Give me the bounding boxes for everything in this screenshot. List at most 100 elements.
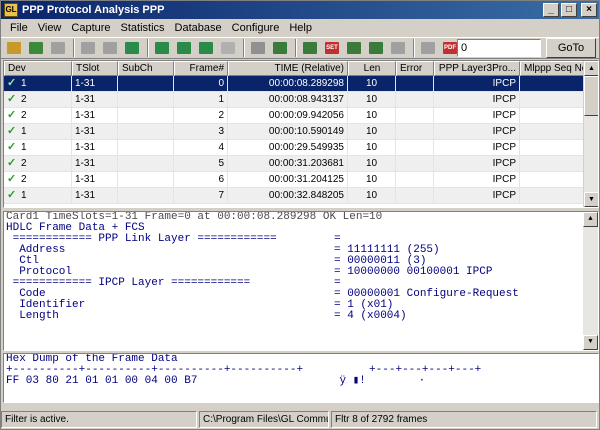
menu-capture[interactable]: Capture [66,19,115,37]
column-header-l3[interactable]: PPP Layer3Pro... [434,61,520,76]
load-button[interactable] [26,39,46,57]
cell-frame: 7 [174,188,228,204]
menu-statistics[interactable]: Statistics [116,19,170,37]
menu-database[interactable]: Database [170,19,227,37]
check-icon: ✓ [7,125,17,137]
cell-l3: IPCP [434,172,520,188]
cell-dev: ✓ 1 [4,140,72,156]
cell-l3: IPCP [434,108,520,124]
export-button[interactable] [388,39,408,57]
column-header-frame[interactable]: Frame# [174,61,228,76]
filter-clear-button[interactable] [300,39,320,57]
column-header-subch[interactable]: SubCh [118,61,174,76]
goto-button[interactable]: GoTo [546,38,596,58]
hex-bytes-line: FF 03 80 21 01 01 00 04 00 B7 ÿ ▮! · [4,376,598,387]
close-button[interactable]: × [581,3,597,17]
cell-tslot: 1-31 [72,172,118,188]
scroll-up-icon[interactable]: ▲ [584,61,598,76]
table-row[interactable]: ✓ 1 1-31 3 00:00:10.590149 10 IPCP [4,124,598,140]
table-row[interactable]: ✓ 2 1-31 2 00:00:09.942056 10 IPCP [4,108,598,124]
goto-frame-input[interactable]: 0 [457,39,541,57]
set-filter-button[interactable]: SET [322,39,342,57]
decode-line[interactable]: Ctl = 00000011 (3) [4,256,598,267]
menu-configure[interactable]: Configure [227,19,285,37]
toolbar-separator [413,39,415,57]
cell-dev-value: 1 [21,126,27,137]
decode-line[interactable]: Address = 11111111 (255) [4,245,598,256]
cell-subch [118,156,174,172]
filter-clear-icon [303,42,317,54]
decode-line[interactable]: Length = 4 (x0004) [4,311,598,322]
toolbar-separator [295,39,297,57]
column-header-tslot[interactable]: TSlot [72,61,118,76]
next-frame-icon [177,42,191,54]
table-row[interactable]: ✓ 1 1-31 4 00:00:29.549935 10 IPCP [4,140,598,156]
search-button[interactable] [344,39,364,57]
first-frame-button[interactable] [122,39,142,57]
filter-button[interactable] [270,39,290,57]
scroll-thumb[interactable] [584,76,598,116]
scroll-down-icon[interactable]: ▼ [583,335,598,350]
table-scrollbar[interactable]: ▲ ▼ [583,61,598,207]
cell-len: 10 [348,92,396,108]
cell-frame: 4 [174,140,228,156]
cell-error [396,188,434,204]
cell-tslot: 1-31 [72,124,118,140]
decode-line[interactable]: Identifier = 1 (x01) [4,300,598,311]
last-frame-button[interactable] [196,39,216,57]
column-header-dev[interactable]: Dev [4,61,72,76]
hex-dump-pane[interactable]: Hex Dump of the Frame Data +----------+-… [3,353,599,403]
menu-file[interactable]: File [5,19,33,37]
cell-frame: 2 [174,108,228,124]
cell-error [396,156,434,172]
cell-dev: ✓ 2 [4,172,72,188]
maximize-button[interactable]: □ [561,3,577,17]
column-header-time[interactable]: TIME (Relative) [228,61,348,76]
check-icon: ✓ [7,141,17,153]
column-header-error[interactable]: Error [396,61,434,76]
table-row[interactable]: ✓ 1 1-31 7 00:00:32.848205 10 IPCP [4,188,598,204]
prev-frame-button[interactable] [152,39,172,57]
table-row[interactable]: ✓ 1 1-31 0 00:00:08.289298 10 IPCP [4,76,598,92]
next-frame-button[interactable] [174,39,194,57]
status-bar: Filter is active. C:\Program Files\GL Co… [1,410,599,429]
table-row[interactable]: ✓ 2 1-31 6 00:00:31.204125 10 IPCP [4,172,598,188]
toolbar-separator [243,39,245,57]
decode-line[interactable]: Code = 00000001 Configure-Request [4,289,598,300]
table-row[interactable]: ✓ 2 1-31 5 00:00:31.203681 10 IPCP [4,156,598,172]
cell-frame: 0 [174,76,228,92]
search-clear-button[interactable] [366,39,386,57]
no-entry-button[interactable] [100,39,120,57]
record-button[interactable] [248,39,268,57]
cell-time: 00:00:29.549935 [228,140,348,156]
refresh-button[interactable] [48,39,68,57]
cell-l3: IPCP [434,156,520,172]
stop-icon [81,42,95,54]
cell-subch [118,172,174,188]
stop-button[interactable] [78,39,98,57]
scroll-up-icon[interactable]: ▲ [583,212,598,227]
title-bar[interactable]: GL PPP Protocol Analysis PPP _ □ × [1,1,599,19]
cell-l3: IPCP [434,140,520,156]
grid-button[interactable] [218,39,238,57]
search-icon [347,42,361,54]
menu-help[interactable]: Help [284,19,317,37]
toolbar-separator [147,39,149,57]
toolbar-separator [73,39,75,57]
frame-table[interactable]: Dev TSlot SubCh Frame# TIME (Relative) Len Err… [3,60,599,208]
cell-tslot: 1-31 [72,108,118,124]
cell-len: 10 [348,108,396,124]
scroll-down-icon[interactable]: ▼ [584,192,598,207]
import-button[interactable] [418,39,438,57]
table-row[interactable]: ✓ 2 1-31 1 00:00:08.943137 10 IPCP [4,92,598,108]
decode-line[interactable]: ============ PPP Link Layer ============… [4,234,598,245]
open-folder-button[interactable] [4,39,24,57]
grid-icon [221,42,235,54]
decode-pane[interactable]: Card1 TimeSlots=1-31 Frame=0 at 00:00:08… [3,211,599,351]
decode-scrollbar[interactable]: ▲ ▼ [583,212,598,350]
minimize-button[interactable]: _ [543,3,559,17]
app-window: GL PPP Protocol Analysis PPP _ □ × File V… [0,0,600,430]
cell-tslot: 1-31 [72,140,118,156]
menu-view[interactable]: View [33,19,67,37]
column-header-len[interactable]: Len [348,61,396,76]
